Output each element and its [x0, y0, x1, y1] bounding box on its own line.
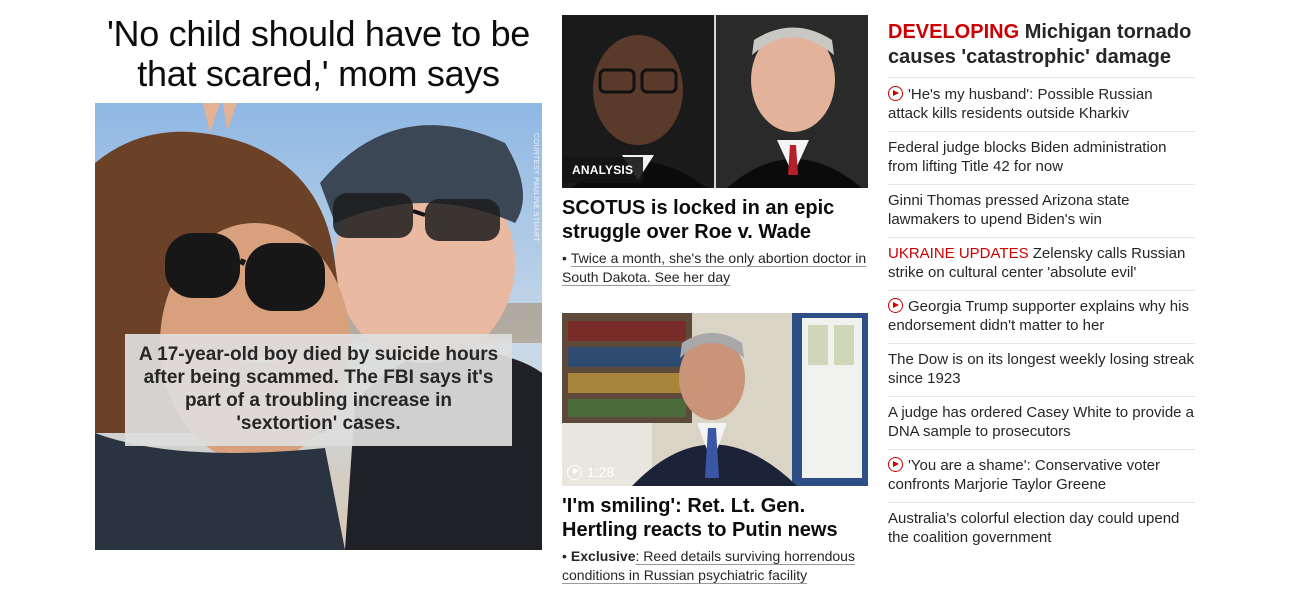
scotus-headline-link[interactable]: SCOTUS is locked in an epic struggle ove…: [562, 197, 834, 243]
play-circle-icon: [888, 86, 903, 101]
lead-photo[interactable]: COURTESY PAULINE STUART: [95, 103, 542, 550]
list-item[interactable]: Georgia Trump supporter explains why his…: [888, 290, 1195, 343]
list-item-link[interactable]: Federal judge blocks Biden administratio…: [888, 139, 1167, 175]
list-item-link[interactable]: 'You are a shame': Conservative voter co…: [888, 457, 1160, 493]
list-item[interactable]: Federal judge blocks Biden administratio…: [888, 131, 1195, 184]
play-circle-icon: [567, 464, 582, 480]
list-item[interactable]: 'You are a shame': Conservative voter co…: [888, 449, 1195, 502]
lead-caption[interactable]: A 17-year-old boy died by suicide hours …: [125, 334, 512, 446]
scotus-image[interactable]: ANALYSIS: [562, 15, 868, 188]
lead-headline[interactable]: 'No child should have to be that scared,…: [95, 14, 542, 94]
middle-column: ANALYSIS SCOTUS is locked in an epic str…: [562, 15, 868, 585]
lead-story: 'No child should have to be that scared,…: [95, 14, 542, 550]
story-card-hertling: 1:28 'I'm smiling': Ret. Lt. Gen. Hertli…: [562, 313, 868, 585]
hertling-video-thumbnail[interactable]: 1:28: [562, 313, 868, 486]
analysis-tag: ANALYSIS: [562, 157, 644, 183]
scotus-related-link[interactable]: Twice a month, she's the only abortion d…: [562, 250, 866, 285]
list-item[interactable]: A judge has ordered Casey White to provi…: [888, 396, 1195, 449]
lead-photo-image: [95, 103, 542, 550]
play-circle-icon: [888, 298, 903, 313]
headline-list: 'He's my husband': Possible Russian atta…: [888, 77, 1195, 555]
photo-credit: COURTESY PAULINE STUART: [532, 133, 539, 243]
list-item[interactable]: Ginni Thomas pressed Arizona state lawma…: [888, 184, 1195, 237]
list-item[interactable]: 'He's my husband': Possible Russian atta…: [888, 77, 1195, 131]
developing-label: DEVELOPING: [888, 21, 1020, 43]
list-item[interactable]: The Dow is on its longest weekly losing …: [888, 343, 1195, 396]
play-circle-icon: [888, 457, 903, 472]
bullet: •: [562, 548, 567, 564]
headline-list-column: DEVELOPING Michigan tornado causes 'cata…: [888, 20, 1195, 555]
hertling-related: • Exclusive: Reed details surviving horre…: [562, 547, 868, 585]
hertling-headline[interactable]: 'I'm smiling': Ret. Lt. Gen. Hertling re…: [562, 494, 868, 542]
list-item-link[interactable]: Ginni Thomas pressed Arizona state lawma…: [888, 192, 1130, 228]
exclusive-label: Exclusive: [570, 548, 636, 564]
list-item-link[interactable]: A judge has ordered Casey White to provi…: [888, 404, 1194, 440]
video-duration: 1:28: [567, 464, 614, 480]
video-duration-text: 1:28: [587, 464, 615, 480]
developing-headline[interactable]: DEVELOPING Michigan tornado causes 'cata…: [888, 20, 1195, 70]
list-item[interactable]: Australia's colorful election day could …: [888, 502, 1195, 555]
story-card-scotus: ANALYSIS SCOTUS is locked in an epic str…: [562, 15, 868, 287]
bullet: •: [562, 250, 567, 266]
list-item-link[interactable]: The Dow is on its longest weekly losing …: [888, 351, 1194, 387]
hertling-headline-link[interactable]: 'I'm smiling': Ret. Lt. Gen. Hertling re…: [562, 495, 838, 541]
list-item-link[interactable]: Australia's colorful election day could …: [888, 510, 1179, 546]
list-item-link[interactable]: 'He's my husband': Possible Russian atta…: [888, 86, 1153, 122]
lead-caption-text[interactable]: A 17-year-old boy died by suicide hours …: [139, 344, 498, 434]
list-item[interactable]: UKRAINE UPDATES Zelensky calls Russian s…: [888, 237, 1195, 290]
hertling-photo: [562, 313, 868, 486]
scotus-headline[interactable]: SCOTUS is locked in an epic struggle ove…: [562, 196, 868, 244]
list-item-label: UKRAINE UPDATES: [888, 245, 1029, 262]
scotus-related: • Twice a month, she's the only abortion …: [562, 249, 868, 287]
lead-headline-link[interactable]: 'No child should have to be that scared,…: [107, 13, 530, 94]
list-item-link[interactable]: Georgia Trump supporter explains why his…: [888, 298, 1189, 334]
